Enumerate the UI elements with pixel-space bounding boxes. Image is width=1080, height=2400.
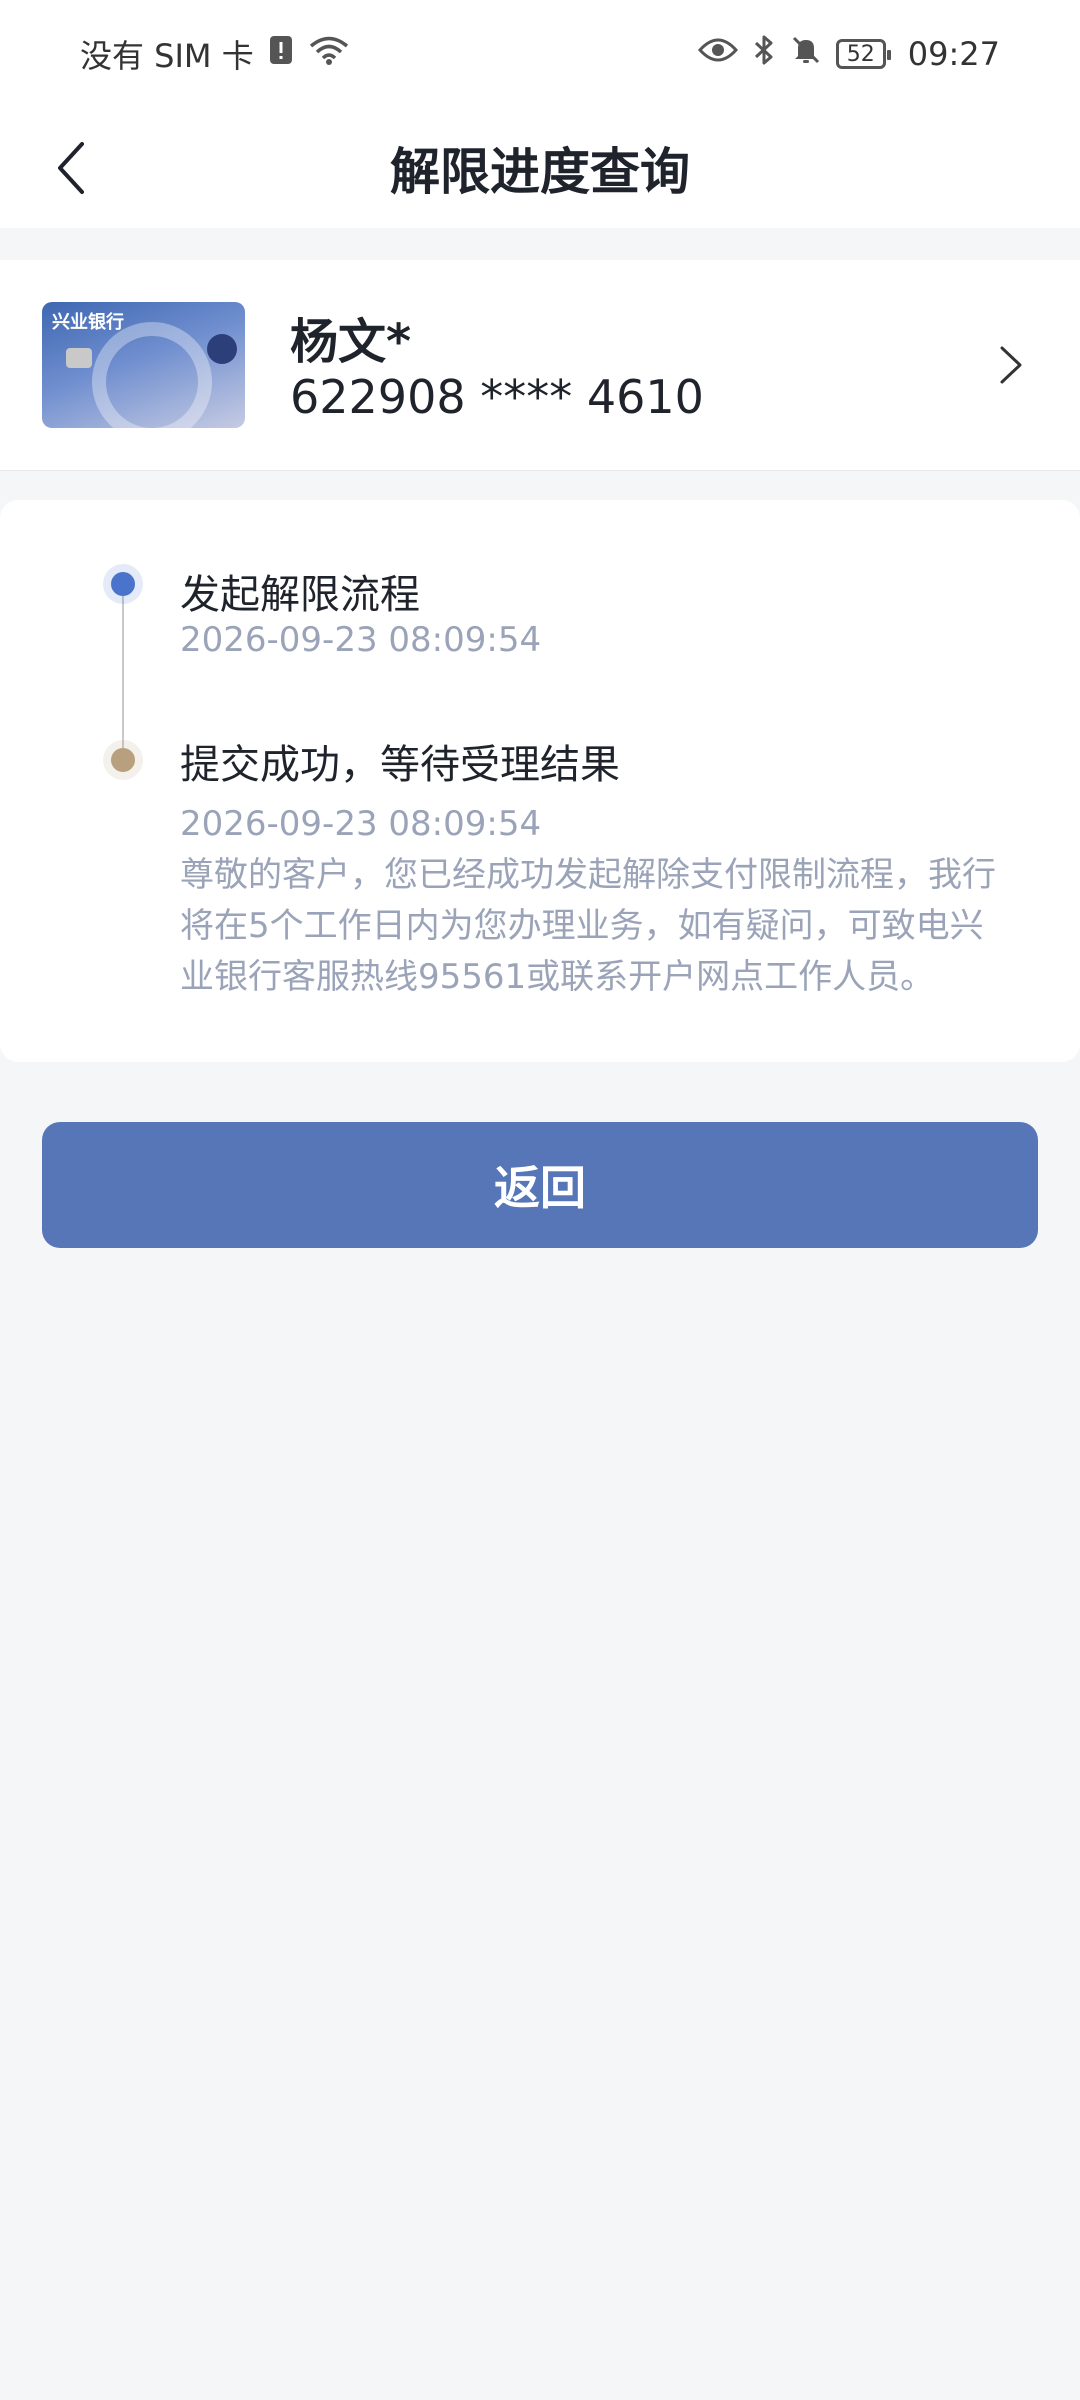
bluetooth-icon bbox=[752, 34, 776, 74]
card-holder-name: 杨文* bbox=[290, 314, 412, 370]
step-dot-completed bbox=[111, 572, 135, 596]
progress-timeline: 发起解限流程 2026-09-23 08:09:54 提交成功，等待受理结果 2… bbox=[0, 500, 1080, 1062]
wifi-icon bbox=[308, 34, 350, 74]
status-bar: 没有 SIM 卡 52 09:27 bbox=[0, 0, 1080, 108]
step-dot-pending bbox=[111, 748, 135, 772]
card-number: 622908 **** 4610 bbox=[290, 370, 704, 424]
card-selector[interactable]: 兴业银行 杨文* 622908 **** 4610 bbox=[0, 260, 1080, 471]
card-emblem-icon bbox=[207, 334, 237, 364]
bank-logo: 兴业银行 bbox=[52, 312, 124, 333]
back-button[interactable] bbox=[30, 126, 114, 210]
step-time: 2026-09-23 08:09:54 bbox=[180, 620, 542, 660]
chevron-right-icon bbox=[990, 340, 1030, 390]
sim-alert-icon bbox=[268, 34, 294, 74]
mute-bell-icon bbox=[790, 34, 822, 74]
step-description: 尊敬的客户，您已经成功发起解除支付限制流程，我行将在5个工作日内为您办理业务，如… bbox=[180, 855, 996, 997]
battery-indicator: 52 bbox=[835, 39, 891, 69]
sim-status: 没有 SIM 卡 bbox=[80, 37, 254, 75]
step-title: 提交成功，等待受理结果 bbox=[180, 742, 620, 788]
eye-icon bbox=[697, 35, 738, 73]
status-right: 52 09:27 bbox=[697, 34, 1000, 74]
step-title: 发起解限流程 bbox=[180, 572, 420, 618]
bank-card-image: 兴业银行 bbox=[42, 302, 245, 428]
clock: 09:27 bbox=[907, 35, 1000, 73]
return-button[interactable]: 返回 bbox=[42, 1122, 1038, 1248]
card-pattern bbox=[92, 322, 212, 428]
card-chip bbox=[66, 348, 92, 368]
page-title: 解限进度查询 bbox=[390, 143, 690, 201]
page-header: 解限进度查询 bbox=[0, 108, 1080, 228]
status-left: 没有 SIM 卡 bbox=[80, 31, 350, 77]
step-time: 2026-09-23 08:09:54 bbox=[180, 804, 542, 844]
chevron-left-icon bbox=[58, 142, 84, 194]
timeline-connector bbox=[122, 596, 124, 748]
